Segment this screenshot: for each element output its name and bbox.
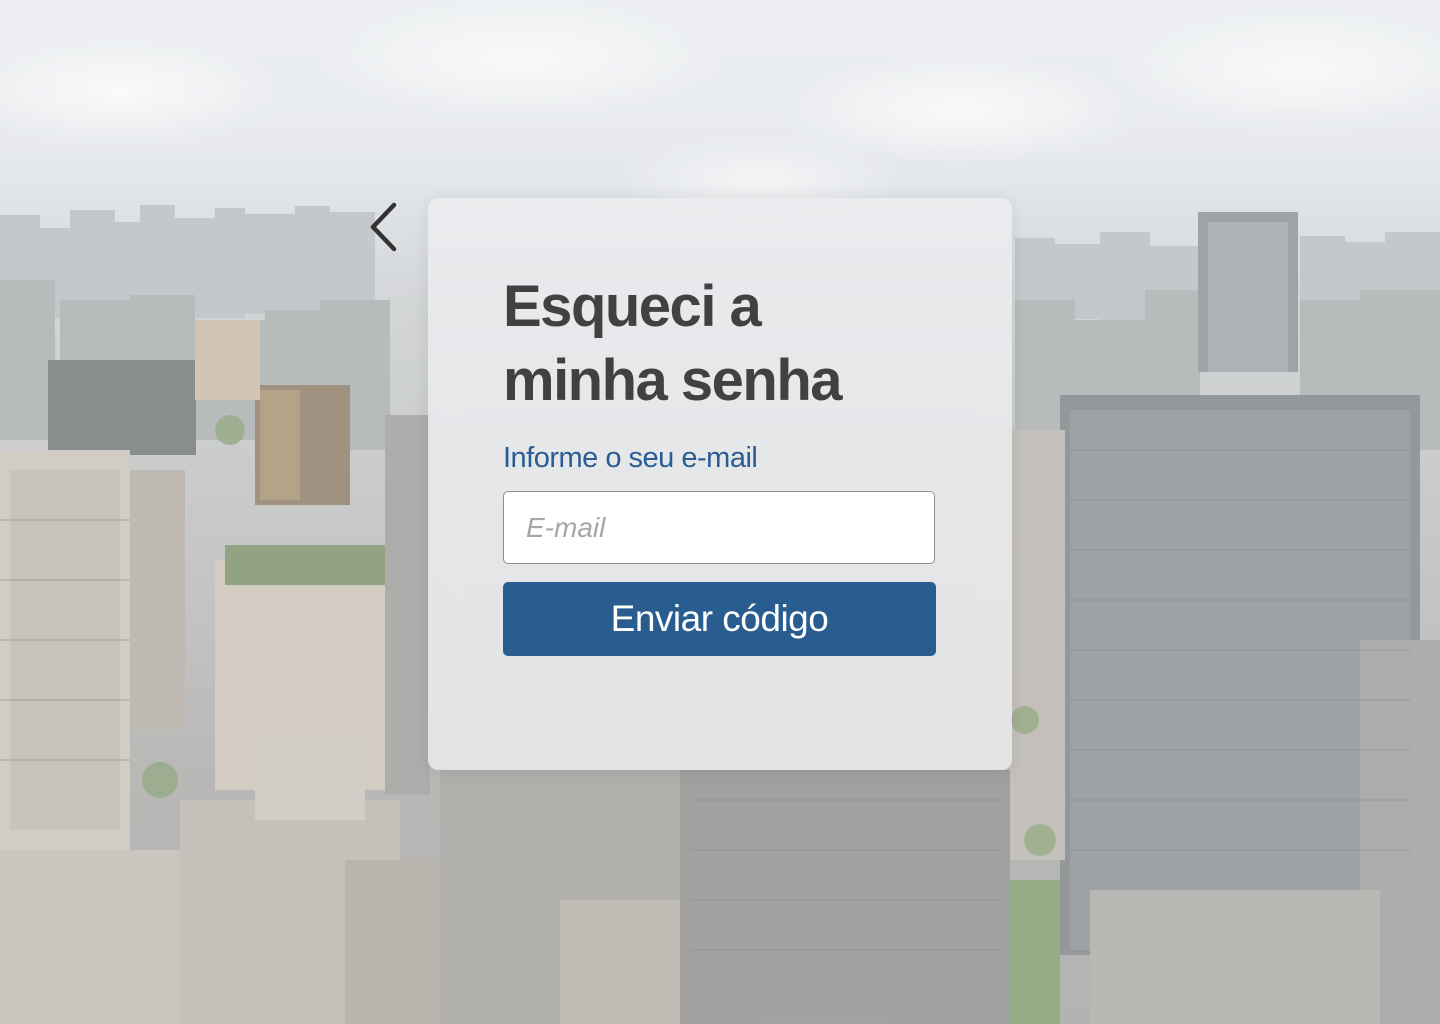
email-field[interactable] — [503, 491, 935, 564]
page-title-line-1: Esqueci a — [503, 274, 762, 339]
email-label: Informe o seu e-mail — [503, 442, 758, 474]
send-code-button[interactable]: Enviar código — [503, 582, 936, 656]
back-button[interactable] — [366, 200, 404, 254]
chevron-left-icon — [370, 202, 397, 252]
page-title: Esqueci a minha senha — [503, 270, 963, 418]
page-title-line-2: minha senha — [503, 348, 843, 413]
forgot-password-card: Esqueci a minha senha Informe o seu e-ma… — [428, 198, 1012, 770]
